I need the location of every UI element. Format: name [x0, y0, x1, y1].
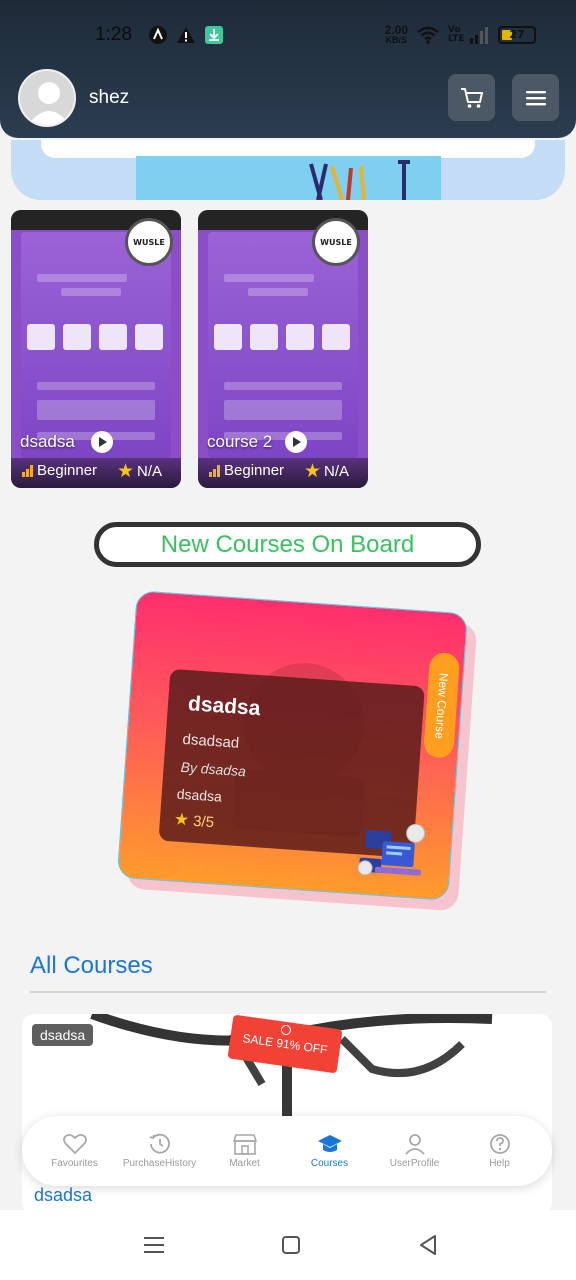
nav-market[interactable]: Market: [203, 1133, 287, 1169]
net-speed-unit: KB/S: [385, 35, 408, 45]
featured-course-card[interactable]: WUSLE dsadsa Beginner ★ N/A: [11, 210, 181, 488]
nav-help[interactable]: Help: [458, 1133, 542, 1169]
all-courses-title: All Courses: [30, 952, 153, 979]
new-course-rating: ★ 3/5: [173, 809, 214, 832]
store-icon: [232, 1134, 257, 1155]
course-level: Beginner: [209, 462, 284, 479]
star-icon: ★: [173, 809, 190, 830]
cart-button[interactable]: [448, 74, 495, 121]
hamburger-menu-icon: [525, 90, 546, 105]
course-category-tag: dsadsa: [32, 1024, 94, 1046]
wusle-logo-icon: WUSLE: [312, 218, 360, 266]
nav-purchase-history[interactable]: PurchaseHistory: [118, 1133, 202, 1169]
nav-label: UserProfile: [389, 1158, 440, 1169]
new-course-author: By dsadsa: [180, 758, 247, 780]
nav-user-profile[interactable]: UserProfile: [373, 1133, 457, 1169]
download-icon: [205, 26, 223, 44]
avatar[interactable]: [18, 69, 76, 127]
status-time: 1:28: [95, 24, 132, 45]
promo-banner[interactable]: [11, 140, 565, 200]
network-label: Vo LTE: [448, 24, 465, 44]
user-icon: [404, 1134, 425, 1155]
back-icon[interactable]: [415, 1232, 441, 1258]
nav-label: Market: [229, 1158, 260, 1169]
new-course-ribbon: New Course: [422, 651, 461, 759]
play-icon[interactable]: [91, 431, 113, 453]
rating-value: 3/5: [192, 812, 215, 831]
history-icon: [149, 1133, 170, 1154]
new-courses-label: New Courses On Board: [160, 530, 415, 558]
new-course-title: dsadsa: [187, 692, 262, 721]
level-bars-icon: [209, 464, 220, 477]
battery-level: 27: [509, 27, 525, 41]
new-courses-banner: New Courses On Board: [94, 522, 481, 567]
new-course-card[interactable]: dsadsa dsadsad By dsadsa dsadsa ★ 3/5 Ne…: [116, 590, 482, 913]
play-icon[interactable]: [285, 431, 307, 453]
developer-illustration-icon: [357, 823, 426, 876]
nav-courses[interactable]: Courses: [288, 1133, 372, 1169]
course-title: dsadsa: [20, 432, 75, 451]
home-icon[interactable]: [278, 1232, 304, 1258]
course-name[interactable]: dsadsa: [34, 1185, 92, 1206]
featured-course-card[interactable]: WUSLE course 2 Beginner ★ N/A: [198, 210, 368, 488]
nav-favourites[interactable]: Favourites: [33, 1133, 117, 1169]
wusle-logo-icon: WUSLE: [125, 218, 173, 266]
rating-value: N/A: [324, 463, 350, 480]
status-bar: 1:28 2.00 KB/S Vo LTE 27: [0, 16, 576, 56]
status-right: 2.00 KB/S Vo LTE 27: [385, 24, 536, 45]
new-course-category: dsadsa: [176, 785, 223, 805]
rating-value: N/A: [137, 463, 163, 480]
level-bars-icon: [22, 464, 33, 477]
app-header: 1:28 2.00 KB/S Vo LTE 27 shez: [0, 0, 576, 138]
nav-label: Courses: [310, 1158, 349, 1169]
course-level: Beginner: [22, 462, 97, 479]
star-icon: ★: [304, 461, 322, 482]
menu-button[interactable]: [512, 74, 559, 121]
nav-label: PurchaseHistory: [122, 1158, 197, 1169]
help-icon: [489, 1134, 510, 1154]
recent-apps-icon[interactable]: [141, 1232, 167, 1258]
user-avatar-icon: [28, 82, 70, 125]
level-label: Beginner: [37, 462, 98, 479]
star-icon: ★: [117, 461, 135, 482]
system-nav-bar: [0, 1210, 576, 1280]
heart-icon: [62, 1133, 87, 1155]
course-rating: ★ N/A: [304, 460, 349, 483]
signal-icon: [470, 26, 488, 44]
section-divider: [30, 991, 546, 993]
graduation-cap-icon: [317, 1135, 342, 1152]
new-course-description: dsadsad: [182, 730, 240, 752]
user-name: shez: [89, 87, 130, 108]
nav-label: Favourites: [51, 1158, 98, 1169]
bottom-nav: Favourites PurchaseHistory Market Course…: [22, 1116, 552, 1186]
warning-icon: [177, 27, 195, 43]
course-rating: ★ N/A: [117, 460, 162, 483]
level-label: Beginner: [224, 462, 285, 479]
ribbon-label: New Course: [432, 671, 451, 739]
app-notification-icon: [149, 26, 167, 44]
course-title: course 2: [207, 432, 273, 451]
cart-icon: [460, 87, 483, 108]
battery-icon: 27: [498, 25, 536, 44]
nav-label: Help: [489, 1158, 510, 1169]
banner-image: [136, 156, 441, 200]
wifi-icon: [417, 26, 439, 44]
